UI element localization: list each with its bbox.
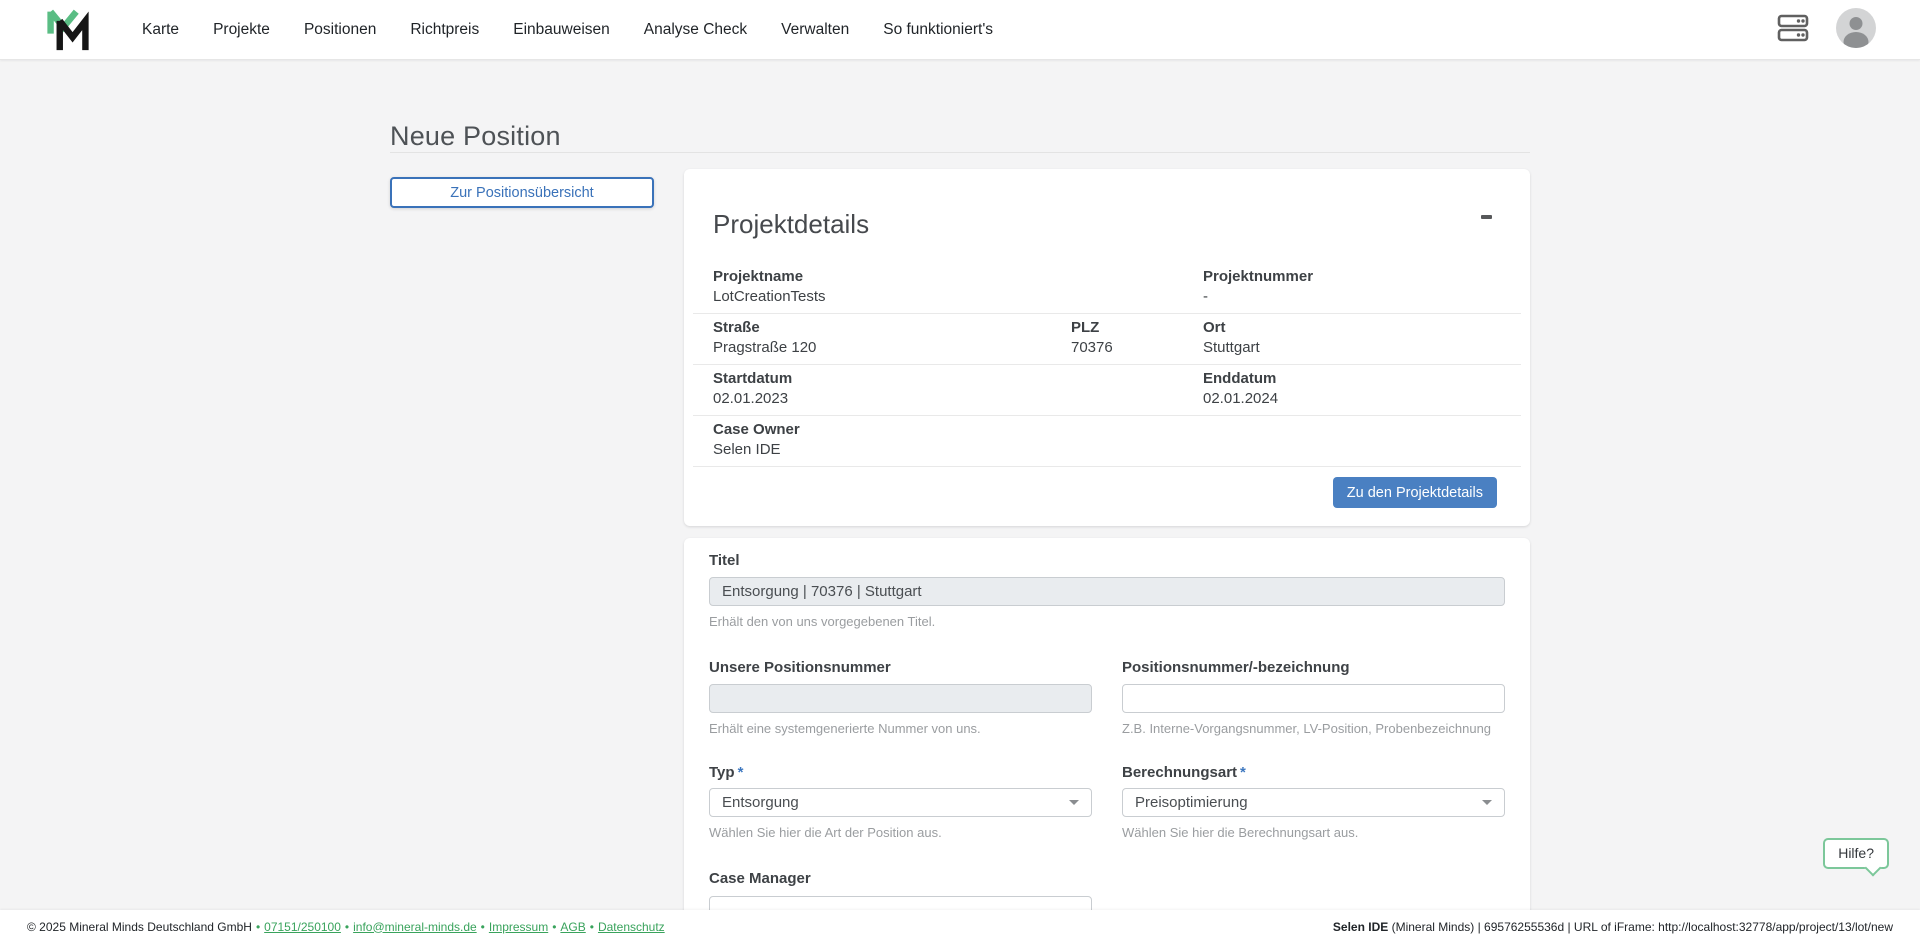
footer-link-impressum[interactable]: Impressum bbox=[489, 920, 548, 934]
berechnungsart-select-value: Preisoptimierung bbox=[1135, 794, 1248, 811]
chevron-down-icon bbox=[1482, 800, 1492, 805]
footer-link-email[interactable]: info@mineral-minds.de bbox=[353, 920, 477, 934]
positionsnummer-label: Positionsnummer/-bezeichnung bbox=[1122, 659, 1350, 676]
footer-link-phone[interactable]: 07151/250100 bbox=[264, 920, 341, 934]
field-projektname: Projektname LotCreationTests bbox=[693, 267, 1051, 307]
right-column: Projektdetails Projektname LotCreationTe… bbox=[684, 169, 1530, 943]
separator-dot: • bbox=[481, 920, 485, 934]
table-row: Projektname LotCreationTests Projektnumm… bbox=[693, 263, 1521, 314]
positionsnummer-help: Z.B. Interne-Vorgangsnummer, LV-Position… bbox=[1122, 721, 1505, 736]
page-title: Neue Position bbox=[390, 120, 1530, 152]
titel-input bbox=[709, 577, 1505, 606]
table-row: Straße Pragstraße 120 PLZ 70376 Ort Stut… bbox=[693, 314, 1521, 365]
typ-select[interactable]: Entsorgung bbox=[709, 788, 1092, 817]
left-column: Zur Positionsübersicht bbox=[390, 169, 654, 943]
nav-item-analyse-check[interactable]: Analyse Check bbox=[644, 21, 747, 38]
mineral-minds-logo[interactable] bbox=[46, 7, 90, 53]
help-button[interactable]: Hilfe? bbox=[1823, 838, 1889, 869]
nav-item-karte[interactable]: Karte bbox=[142, 21, 179, 38]
case-manager-label: Case Manager bbox=[709, 870, 811, 887]
required-marker: * bbox=[738, 764, 744, 781]
collapse-button[interactable] bbox=[1481, 209, 1492, 225]
berechnungsart-field-group: Berechnungsart* Preisoptimierung Wählen … bbox=[1122, 764, 1505, 840]
typ-help: Wählen Sie hier die Art der Position aus… bbox=[709, 825, 1092, 840]
user-avatar-icon[interactable] bbox=[1835, 7, 1877, 52]
field-plz: PLZ 70376 bbox=[1051, 318, 1183, 358]
titel-field-group: Titel Erhält den von uns vorgegebenen Ti… bbox=[709, 552, 1505, 629]
positionsnummer-input[interactable] bbox=[1122, 684, 1505, 713]
berechnungsart-help: Wählen Sie hier die Berechnungsart aus. bbox=[1122, 825, 1505, 840]
separator-dot: • bbox=[345, 920, 349, 934]
separator-dot: • bbox=[590, 920, 594, 934]
nav-item-verwalten[interactable]: Verwalten bbox=[781, 21, 849, 38]
field-enddatum: Enddatum 02.01.2024 bbox=[1183, 369, 1521, 409]
nav-item-einbauweisen[interactable]: Einbauweisen bbox=[513, 21, 610, 38]
separator-dot: • bbox=[552, 920, 556, 934]
footer: © 2025 Mineral Minds Deutschland GmbH • 07… bbox=[0, 910, 1920, 943]
title-divider bbox=[390, 152, 1530, 153]
field-ort: Ort Stuttgart bbox=[1183, 318, 1521, 358]
copyright-text: © 2025 Mineral Minds Deutschland GmbH bbox=[27, 920, 252, 934]
berechnungsart-select[interactable]: Preisoptimierung bbox=[1122, 788, 1505, 817]
new-position-form-card: Titel Erhält den von uns vorgegebenen Ti… bbox=[684, 538, 1530, 943]
main-nav: Karte Projekte Positionen Richtpreis Ein… bbox=[142, 21, 1027, 39]
typ-select-value: Entsorgung bbox=[722, 794, 799, 811]
titel-label: Titel bbox=[709, 552, 740, 569]
unsere-positionsnummer-help: Erhält eine systemgenerierte Nummer von … bbox=[709, 721, 1092, 736]
required-marker: * bbox=[1240, 764, 1246, 781]
chevron-down-icon bbox=[1069, 800, 1079, 805]
session-user: Selen IDE bbox=[1333, 920, 1388, 934]
footer-link-datenschutz[interactable]: Datenschutz bbox=[598, 920, 665, 934]
project-details-title: Projektdetails bbox=[713, 209, 869, 239]
main-content: Neue Position Zur Positionsübersicht Pro… bbox=[390, 120, 1530, 943]
nav-item-projekte[interactable]: Projekte bbox=[213, 21, 270, 38]
positions-overview-button[interactable]: Zur Positionsübersicht bbox=[390, 177, 654, 208]
separator-dot: • bbox=[256, 920, 260, 934]
typ-field-group: Typ* Entsorgung Wählen Sie hier die Art … bbox=[709, 764, 1092, 840]
top-navbar: Karte Projekte Positionen Richtpreis Ein… bbox=[0, 0, 1920, 60]
nav-item-richtpreis[interactable]: Richtpreis bbox=[410, 21, 479, 38]
server-icon[interactable] bbox=[1777, 14, 1809, 45]
nav-item-positionen[interactable]: Positionen bbox=[304, 21, 376, 38]
table-row: Case Owner Selen IDE bbox=[693, 416, 1521, 467]
unsere-positionsnummer-label: Unsere Positionsnummer bbox=[709, 659, 891, 676]
table-row: Startdatum 02.01.2023 Enddatum 02.01.202… bbox=[693, 365, 1521, 416]
berechnungsart-label: Berechnungsart* bbox=[1122, 764, 1246, 781]
field-case-owner: Case Owner Selen IDE bbox=[693, 420, 1051, 460]
session-details: (Mineral Minds) | 69576255536d | URL of … bbox=[1388, 920, 1893, 934]
project-details-card: Projektdetails Projektname LotCreationTe… bbox=[684, 169, 1530, 526]
field-projektnummer: Projektnummer - bbox=[1183, 267, 1521, 307]
typ-label: Typ* bbox=[709, 764, 743, 781]
footer-link-agb[interactable]: AGB bbox=[560, 920, 585, 934]
project-details-table: Projektname LotCreationTests Projektnumm… bbox=[693, 263, 1521, 467]
unsere-positionsnummer-input bbox=[709, 684, 1092, 713]
unsere-positionsnummer-field-group: Unsere Positionsnummer Erhält eine syste… bbox=[709, 659, 1092, 736]
field-strasse: Straße Pragstraße 120 bbox=[693, 318, 1051, 358]
positionsnummer-field-group: Positionsnummer/-bezeichnung Z.B. Intern… bbox=[1122, 659, 1505, 736]
nav-item-so-funktionierts[interactable]: So funktioniert's bbox=[883, 21, 993, 38]
session-info: Selen IDE (Mineral Minds) | 69576255536d… bbox=[1333, 920, 1893, 934]
footer-company-info: © 2025 Mineral Minds Deutschland GmbH • 07… bbox=[27, 920, 665, 934]
project-details-button[interactable]: Zu den Projektdetails bbox=[1333, 477, 1497, 508]
field-startdatum: Startdatum 02.01.2023 bbox=[693, 369, 1051, 409]
titel-help: Erhält den von uns vorgegebenen Titel. bbox=[709, 614, 1505, 629]
minus-icon bbox=[1481, 215, 1492, 219]
